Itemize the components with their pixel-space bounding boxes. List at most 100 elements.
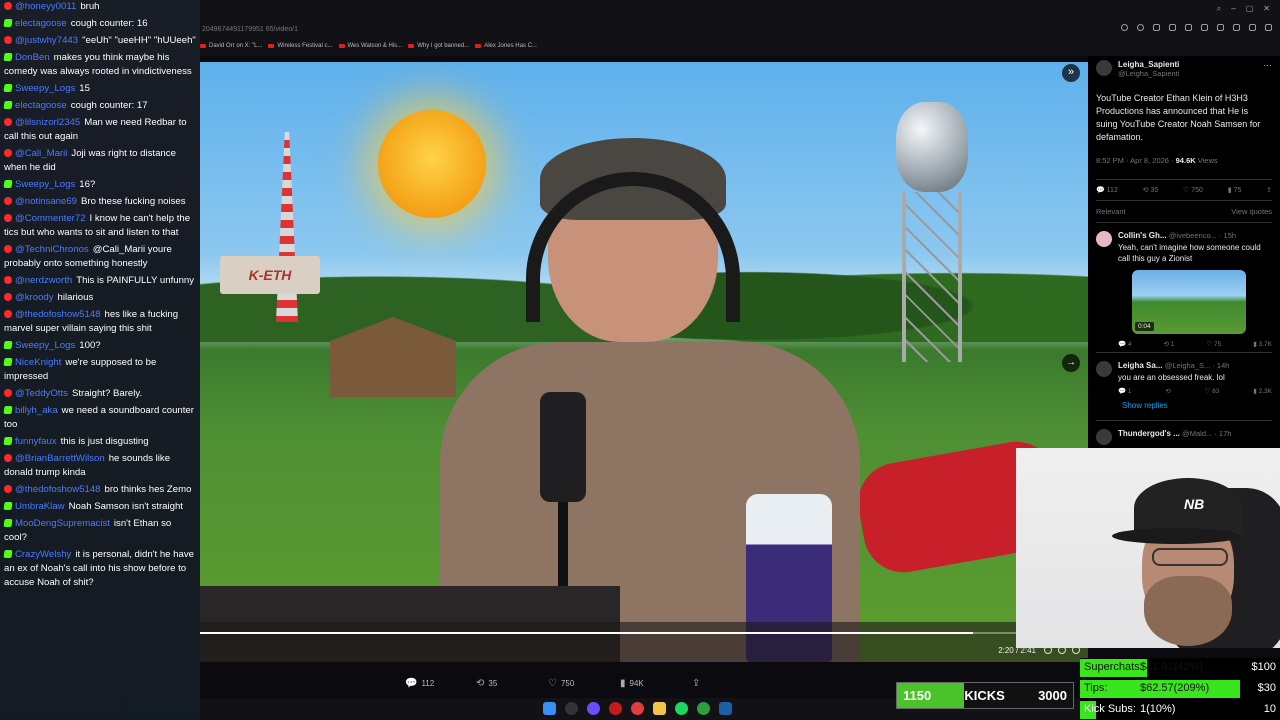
steam-icon[interactable] xyxy=(719,702,732,715)
reply-action[interactable]: 💬 112 xyxy=(405,678,434,689)
youtube-icon xyxy=(4,485,12,493)
download-icon[interactable] xyxy=(1233,24,1240,31)
chat-username[interactable]: @BrianBarrettWilson xyxy=(15,453,105,464)
author-name[interactable]: Leigha_Sapienti xyxy=(1118,60,1257,69)
obs-icon[interactable] xyxy=(609,702,622,715)
chat-username[interactable]: funnyfaux xyxy=(15,436,57,447)
emoji-icon[interactable] xyxy=(1137,24,1144,31)
reply-item[interactable]: Collin's Gh... @ivebeenco... · 15h Yeah,… xyxy=(1096,222,1272,348)
minimize-icon[interactable]: – xyxy=(1231,4,1235,14)
chat-username[interactable]: @nerdzworth xyxy=(15,275,72,286)
shield-icon[interactable] xyxy=(1185,24,1192,31)
search-icon[interactable]: ⌕ xyxy=(1217,4,1221,14)
chat-username[interactable]: @Cali_Marii xyxy=(15,148,67,159)
spotify-icon[interactable] xyxy=(675,702,688,715)
browser-icon[interactable] xyxy=(631,702,644,715)
expand-panel-icon[interactable]: » xyxy=(1062,64,1080,82)
bookmark-item[interactable]: Alex Jones Has C... xyxy=(475,43,537,49)
post-stat[interactable]: ▮ 75 xyxy=(1228,186,1242,194)
like-action[interactable]: ♡ 750 xyxy=(548,678,574,689)
reply-stat[interactable]: ⟲ xyxy=(1165,387,1170,395)
chat-message: @BrianBarrettWilson he sounds like donald… xyxy=(4,452,196,480)
zoom-icon[interactable] xyxy=(1121,24,1128,31)
next-arrow-icon[interactable]: → xyxy=(1062,354,1080,372)
chat-username[interactable]: Sweepy_Logs xyxy=(15,179,75,190)
webcam-overlay: NB xyxy=(1016,448,1280,648)
reply-stat[interactable]: ▮ 2.3K xyxy=(1253,387,1272,395)
reply-stat[interactable]: 💬 1 xyxy=(1118,387,1132,395)
reply-video-thumb[interactable]: 0:04 xyxy=(1132,270,1246,334)
chat-username[interactable]: @thedofoshow5148 xyxy=(15,309,101,320)
chat-username[interactable]: @thedofoshow5148 xyxy=(15,484,101,495)
kicks-label: KICKS xyxy=(964,688,1005,703)
profile-icon[interactable] xyxy=(1265,24,1272,31)
reply-stat[interactable]: ⟲ 1 xyxy=(1164,340,1175,348)
bookmark-icon[interactable] xyxy=(1153,24,1160,31)
reply-stat[interactable]: ♡ 63 xyxy=(1205,387,1220,395)
chat-username[interactable]: @lilsnizorl2345 xyxy=(15,117,80,128)
reply-item[interactable]: Leigha Sa... @Leigha_S... · 14h you are … xyxy=(1096,352,1272,395)
video-progress-bar[interactable] xyxy=(200,632,1088,634)
chat-username[interactable]: @justwhy7443 xyxy=(15,35,78,46)
folder-icon[interactable] xyxy=(653,702,666,715)
chat-username[interactable]: MooDengSupremacist xyxy=(15,518,110,529)
more-icon[interactable]: ⋯ xyxy=(1263,60,1272,71)
chat-username[interactable]: billyh_aka xyxy=(15,405,58,416)
chat-username[interactable]: NiceKnight xyxy=(15,357,61,368)
author-handle[interactable]: @Leigha_Sapienti xyxy=(1118,69,1257,78)
chat-username[interactable]: electagoose xyxy=(15,100,67,111)
chat-username[interactable]: @honeyy0011 xyxy=(15,1,76,12)
chat-username[interactable]: @Commenter72 xyxy=(15,213,86,224)
bookmark-item[interactable]: David Orr on X: "L... xyxy=(200,43,262,49)
chat-username[interactable]: UmbraKlaw xyxy=(15,501,65,512)
post-stat[interactable]: 💬 112 xyxy=(1096,186,1118,194)
views-action[interactable]: ▮ 94K xyxy=(620,678,644,689)
share-icon[interactable] xyxy=(1249,24,1256,31)
chat-username[interactable]: Sweepy_Logs xyxy=(15,340,75,351)
reply-stat[interactable]: ▮ 3.7K xyxy=(1253,340,1272,348)
share-action[interactable]: ⇪ xyxy=(692,678,700,689)
chat-username[interactable]: @notinsane69 xyxy=(15,196,77,207)
chat-username[interactable]: @TechniChronos xyxy=(15,244,89,255)
avatar[interactable] xyxy=(1096,60,1112,76)
bookmark-item[interactable]: Wireless Festival c... xyxy=(268,43,333,49)
maximize-icon[interactable]: ▢ xyxy=(1246,4,1254,14)
avatar[interactable] xyxy=(1096,361,1112,377)
share-icon[interactable]: ⇪ xyxy=(1266,186,1272,194)
bookmark-item[interactable]: Wes Watson & His... xyxy=(338,43,402,49)
view-quotes-link[interactable]: View quotes xyxy=(1231,207,1272,216)
youtube-icon xyxy=(4,118,12,126)
repost-action[interactable]: ⟲ 35 xyxy=(476,678,497,689)
chat-username[interactable]: @kroody xyxy=(15,292,54,303)
extension-icon[interactable] xyxy=(1169,24,1176,31)
address-bar[interactable]: 2049674491179951 65/video/1 xyxy=(200,18,1280,40)
discord-icon[interactable] xyxy=(587,702,600,715)
show-replies-link[interactable]: Show replies xyxy=(1122,401,1272,410)
sort-relevant[interactable]: Relevant xyxy=(1096,207,1126,216)
reply-stat[interactable]: 💬 4 xyxy=(1118,340,1132,348)
chat-username[interactable]: electagoose xyxy=(15,18,67,29)
reload-icon[interactable] xyxy=(1201,24,1208,31)
chat-username[interactable]: Sweepy_Logs xyxy=(15,83,75,94)
puzzle-icon[interactable] xyxy=(1217,24,1224,31)
reply-stat[interactable]: ♡ 75 xyxy=(1206,340,1221,348)
post-text: YouTube Creator Ethan Klein of H3H3 Prod… xyxy=(1096,93,1261,142)
reply-icon: 💬 xyxy=(1118,341,1128,348)
post-stat[interactable]: ⟲ 35 xyxy=(1143,186,1159,194)
close-icon[interactable]: ✕ xyxy=(1263,4,1270,14)
chat-username[interactable]: DonBen xyxy=(15,52,50,63)
chat-username[interactable]: CrazyWelshy xyxy=(15,549,71,560)
avatar[interactable] xyxy=(1096,429,1112,445)
avatar[interactable] xyxy=(1096,231,1112,247)
post-stat[interactable]: ♡ 750 xyxy=(1183,186,1203,194)
reply-icon: 💬 xyxy=(405,678,418,689)
search-icon[interactable] xyxy=(565,702,578,715)
bookmark-item[interactable]: Why I got banned... xyxy=(408,43,469,49)
video-player[interactable]: K-ETH » → 2:20 / 2:41 xyxy=(200,62,1088,662)
kicks-goal-bar: 1150 KICKS 3000 xyxy=(896,682,1074,709)
xbox-icon[interactable] xyxy=(697,702,710,715)
reply-item[interactable]: Thundergod's ... @Mald... · 17h xyxy=(1096,420,1272,445)
chat-username[interactable]: @TeddyOtts xyxy=(15,388,68,399)
chat-text: "eeUh" "ueeHH" "hUUeeh" xyxy=(82,35,196,46)
windows-start-icon[interactable] xyxy=(543,702,556,715)
